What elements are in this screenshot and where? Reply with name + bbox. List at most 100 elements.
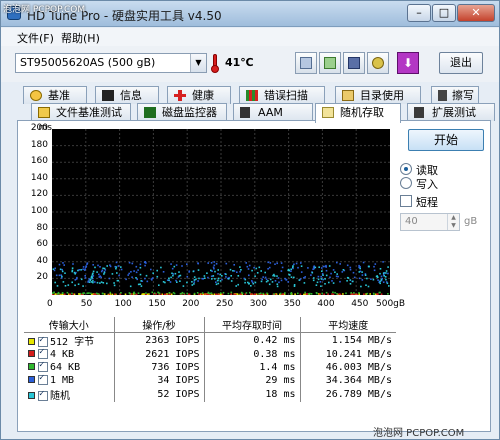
tab-random-access[interactable]: 随机存取 bbox=[315, 103, 401, 123]
menu-help[interactable]: 帮助(H) bbox=[61, 30, 100, 46]
short-stroke-label: 短程 bbox=[416, 196, 438, 209]
scatter-point bbox=[83, 292, 85, 294]
scatter-point bbox=[361, 274, 364, 276]
tab-error-scan[interactable]: 错误扫描 bbox=[239, 86, 325, 104]
scatter-point bbox=[157, 291, 159, 294]
table-row: 随机52 IOPS18 ms26.789 MB/s bbox=[24, 387, 396, 402]
scatter-point bbox=[285, 279, 287, 281]
scatter-point bbox=[162, 281, 165, 283]
scatter-point bbox=[63, 264, 65, 266]
row-ops: 2621 bbox=[145, 349, 170, 360]
series-checkbox[interactable] bbox=[38, 335, 48, 347]
scatter-point bbox=[318, 266, 320, 268]
scatter-point bbox=[361, 271, 363, 273]
options-button[interactable] bbox=[367, 52, 389, 74]
x-tick-label: 300 bbox=[249, 299, 267, 309]
minimize-icon: – bbox=[416, 6, 422, 19]
row-size: 64 KB bbox=[50, 362, 81, 373]
scatter-point bbox=[380, 278, 383, 281]
row-time: 0.38 bbox=[253, 349, 278, 360]
scatter-point bbox=[96, 281, 99, 284]
scatter-point bbox=[206, 272, 208, 274]
short-stroke-checkbox[interactable] bbox=[400, 195, 412, 207]
save-button[interactable] bbox=[343, 52, 365, 74]
series-checkbox[interactable] bbox=[38, 389, 48, 401]
scatter-point bbox=[114, 293, 116, 295]
scatter-point bbox=[131, 276, 133, 278]
series-checkbox[interactable] bbox=[38, 360, 48, 372]
row-time-cell: 18 ms bbox=[203, 387, 300, 402]
copy-text-button[interactable] bbox=[295, 52, 317, 74]
drive-select[interactable]: ST95005620AS (500 gB) ▼ bbox=[15, 53, 207, 73]
scatter-point bbox=[290, 268, 292, 271]
scatter-point bbox=[204, 293, 206, 295]
tab-extra-tests[interactable]: 扩展测试 bbox=[407, 103, 495, 121]
start-button[interactable]: 开始 bbox=[408, 129, 484, 151]
scatter-point bbox=[169, 281, 172, 283]
download-button[interactable]: ⬇ bbox=[397, 52, 419, 74]
tab-benchmark[interactable]: 基准 bbox=[23, 86, 87, 104]
tab-aam[interactable]: AAM bbox=[233, 103, 313, 121]
scatter-point bbox=[215, 283, 218, 286]
scatter-point bbox=[139, 283, 142, 285]
short-stroke-spinner[interactable]: 40 ▲ ▼ bbox=[400, 213, 460, 231]
random-access-panel: ms 200 180 160 140 120 100 80 60 40 20 0 50 100 150 2… bbox=[17, 120, 491, 432]
scatter-point bbox=[127, 274, 129, 276]
tab-health[interactable]: 健康 bbox=[167, 86, 231, 104]
x-tick-label: 200 bbox=[182, 299, 200, 309]
minimize-button[interactable]: – bbox=[407, 4, 431, 22]
maximize-button[interactable]: □ bbox=[432, 4, 456, 22]
scatter-point bbox=[334, 271, 336, 273]
scatter-point bbox=[54, 293, 57, 295]
tab-erase[interactable]: 擦写 bbox=[431, 86, 479, 104]
scatter-point bbox=[100, 270, 103, 273]
tab-folder-usage[interactable]: 目录使用 bbox=[335, 86, 421, 104]
read-radio[interactable] bbox=[400, 163, 412, 175]
menu-file[interactable]: 文件(F) bbox=[17, 30, 54, 46]
scatter-point bbox=[139, 273, 142, 276]
scatter-point bbox=[265, 278, 268, 281]
scatter-point bbox=[108, 277, 111, 280]
scatter-point bbox=[230, 291, 233, 294]
scatter-point bbox=[188, 270, 191, 272]
row-time-unit: ms bbox=[283, 375, 296, 386]
row-ops-cell: 34 IOPS bbox=[113, 374, 204, 387]
scatter-point bbox=[342, 269, 345, 271]
scatter-point bbox=[215, 263, 218, 265]
row-size-cell: 512 字节 bbox=[24, 333, 114, 348]
tab-info[interactable]: 信息 bbox=[95, 86, 159, 104]
scatter-point bbox=[116, 272, 118, 274]
y-tick-label: 60 bbox=[36, 239, 48, 250]
scatter-point bbox=[284, 292, 286, 294]
scatter-point bbox=[78, 293, 80, 295]
scatter-point bbox=[193, 276, 196, 278]
scatter-point bbox=[366, 292, 369, 295]
spinner-arrows-icon[interactable]: ▲ ▼ bbox=[447, 214, 459, 230]
write-radio[interactable] bbox=[400, 177, 412, 189]
scatter-point bbox=[151, 277, 154, 279]
scatter-point bbox=[142, 293, 145, 296]
scatter-point bbox=[377, 279, 379, 281]
tab-disk-monitor[interactable]: 磁盘监控器 bbox=[137, 103, 227, 121]
row-time-unit: ms bbox=[283, 349, 296, 360]
scatter-point bbox=[130, 271, 132, 273]
copy-screenshot-button[interactable] bbox=[319, 52, 341, 74]
scatter-point bbox=[262, 276, 264, 278]
scatter-point bbox=[346, 280, 348, 282]
row-time-cell: 29 ms bbox=[203, 374, 300, 387]
scatter-point bbox=[252, 282, 255, 285]
close-icon: ✕ bbox=[471, 6, 481, 19]
x-tick-label: 0 bbox=[47, 299, 53, 309]
scatter-point bbox=[247, 268, 250, 270]
row-size-cell: 1 MB bbox=[24, 373, 114, 387]
exit-button[interactable]: 退出 bbox=[439, 52, 483, 74]
chevron-down-icon[interactable]: ▼ bbox=[190, 54, 206, 72]
scatter-point bbox=[385, 270, 388, 272]
scatter-point bbox=[269, 262, 272, 264]
series-checkbox[interactable] bbox=[38, 373, 48, 385]
close-button[interactable]: ✕ bbox=[457, 4, 495, 22]
row-time: 18 bbox=[265, 389, 278, 400]
series-checkbox[interactable] bbox=[38, 347, 48, 359]
y-tick-label: 140 bbox=[30, 172, 48, 183]
tab-file-benchmark[interactable]: 文件基准测试 bbox=[31, 103, 131, 121]
